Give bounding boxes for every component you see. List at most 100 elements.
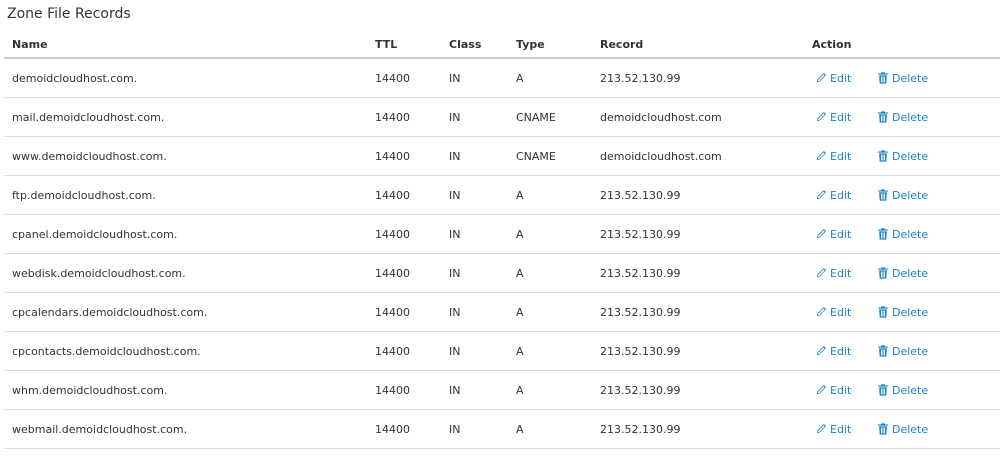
edit-record-button[interactable]: Edit bbox=[815, 111, 877, 124]
column-header-ttl[interactable]: TTL bbox=[367, 31, 441, 59]
column-header-name[interactable]: Name bbox=[4, 31, 367, 59]
table-header-row: Name TTL Class Type Record Action bbox=[4, 31, 1000, 59]
action-group: Edit Delete bbox=[812, 267, 1000, 280]
pencil-icon bbox=[816, 150, 827, 161]
record-value: 213.52.130.99 bbox=[592, 331, 804, 371]
delete-record-button[interactable]: Delete bbox=[877, 267, 928, 280]
record-class: IN bbox=[441, 58, 508, 98]
edit-record-button[interactable]: Edit bbox=[815, 267, 877, 280]
record-type: A bbox=[508, 214, 592, 254]
delete-label: Delete bbox=[892, 227, 929, 241]
record-value: demoidcloudhost.com bbox=[592, 97, 804, 137]
table-row: www.demoidcloudhost.com. 14400 IN CNAME … bbox=[4, 136, 1000, 176]
edit-label: Edit bbox=[830, 71, 852, 85]
table-row: cpcontacts.demoidcloudhost.com. 14400 IN… bbox=[4, 331, 1000, 371]
delete-label: Delete bbox=[892, 149, 929, 163]
record-value: 213.52.130.99 bbox=[592, 370, 804, 410]
record-type: A bbox=[508, 331, 592, 371]
zone-records-table: Name TTL Class Type Record Action demoid… bbox=[4, 31, 1000, 449]
record-class: IN bbox=[441, 214, 508, 254]
action-group: Edit Delete bbox=[812, 306, 1000, 319]
edit-label: Edit bbox=[830, 149, 852, 163]
trash-icon bbox=[878, 189, 888, 201]
record-class: IN bbox=[441, 136, 508, 176]
delete-record-button[interactable]: Delete bbox=[877, 189, 928, 202]
delete-record-button[interactable]: Delete bbox=[877, 345, 928, 358]
record-name: webdisk.demoidcloudhost.com. bbox=[4, 253, 367, 293]
record-name: cpcalendars.demoidcloudhost.com. bbox=[4, 292, 367, 332]
delete-record-button[interactable]: Delete bbox=[877, 306, 928, 319]
edit-label: Edit bbox=[830, 110, 852, 124]
record-class: IN bbox=[441, 97, 508, 137]
column-header-class[interactable]: Class bbox=[441, 31, 508, 59]
trash-icon bbox=[878, 72, 888, 84]
edit-record-button[interactable]: Edit bbox=[815, 306, 877, 319]
edit-label: Edit bbox=[830, 266, 852, 280]
record-name: cpcontacts.demoidcloudhost.com. bbox=[4, 331, 367, 371]
edit-label: Edit bbox=[830, 422, 852, 436]
record-class: IN bbox=[441, 331, 508, 371]
record-actions: Edit Delete bbox=[804, 409, 1000, 449]
action-group: Edit Delete bbox=[812, 384, 1000, 397]
action-group: Edit Delete bbox=[812, 345, 1000, 358]
edit-record-button[interactable]: Edit bbox=[815, 189, 877, 202]
edit-record-button[interactable]: Edit bbox=[815, 228, 877, 241]
table-row: cpanel.demoidcloudhost.com. 14400 IN A 2… bbox=[4, 214, 1000, 254]
action-group: Edit Delete bbox=[812, 150, 1000, 163]
delete-label: Delete bbox=[892, 305, 929, 319]
delete-record-button[interactable]: Delete bbox=[877, 111, 928, 124]
record-class: IN bbox=[441, 409, 508, 449]
pencil-icon bbox=[816, 72, 827, 83]
trash-icon bbox=[878, 423, 888, 435]
delete-label: Delete bbox=[892, 188, 929, 202]
action-group: Edit Delete bbox=[812, 228, 1000, 241]
record-name: mail.demoidcloudhost.com. bbox=[4, 97, 367, 137]
delete-record-button[interactable]: Delete bbox=[877, 384, 928, 397]
edit-label: Edit bbox=[830, 305, 852, 319]
edit-record-button[interactable]: Edit bbox=[815, 423, 877, 436]
delete-record-button[interactable]: Delete bbox=[877, 423, 928, 436]
edit-record-button[interactable]: Edit bbox=[815, 384, 877, 397]
record-type: A bbox=[508, 409, 592, 449]
column-header-record[interactable]: Record bbox=[592, 31, 804, 59]
edit-label: Edit bbox=[830, 188, 852, 202]
record-ttl: 14400 bbox=[367, 370, 441, 410]
pencil-icon bbox=[816, 423, 827, 434]
record-actions: Edit Delete bbox=[804, 136, 1000, 176]
record-ttl: 14400 bbox=[367, 97, 441, 137]
action-group: Edit Delete bbox=[812, 423, 1000, 436]
record-name: whm.demoidcloudhost.com. bbox=[4, 370, 367, 410]
record-actions: Edit Delete bbox=[804, 292, 1000, 332]
edit-record-button[interactable]: Edit bbox=[815, 150, 877, 163]
record-value: 213.52.130.99 bbox=[592, 214, 804, 254]
pencil-icon bbox=[816, 189, 827, 200]
record-ttl: 14400 bbox=[367, 292, 441, 332]
action-group: Edit Delete bbox=[812, 189, 1000, 202]
record-value: 213.52.130.99 bbox=[592, 175, 804, 215]
record-type: A bbox=[508, 175, 592, 215]
edit-record-button[interactable]: Edit bbox=[815, 72, 877, 85]
table-row: webdisk.demoidcloudhost.com. 14400 IN A … bbox=[4, 253, 1000, 293]
pencil-icon bbox=[816, 228, 827, 239]
action-group: Edit Delete bbox=[812, 111, 1000, 124]
record-name: cpanel.demoidcloudhost.com. bbox=[4, 214, 367, 254]
table-row: cpcalendars.demoidcloudhost.com. 14400 I… bbox=[4, 292, 1000, 332]
record-ttl: 14400 bbox=[367, 175, 441, 215]
record-name: webmail.demoidcloudhost.com. bbox=[4, 409, 367, 449]
record-class: IN bbox=[441, 175, 508, 215]
delete-record-button[interactable]: Delete bbox=[877, 72, 928, 85]
column-header-type[interactable]: Type bbox=[508, 31, 592, 59]
record-class: IN bbox=[441, 253, 508, 293]
record-ttl: 14400 bbox=[367, 214, 441, 254]
trash-icon bbox=[878, 345, 888, 357]
record-type: CNAME bbox=[508, 136, 592, 176]
delete-record-button[interactable]: Delete bbox=[877, 150, 928, 163]
record-value: 213.52.130.99 bbox=[592, 409, 804, 449]
edit-record-button[interactable]: Edit bbox=[815, 345, 877, 358]
edit-label: Edit bbox=[830, 383, 852, 397]
delete-record-button[interactable]: Delete bbox=[877, 228, 928, 241]
action-group: Edit Delete bbox=[812, 72, 1000, 85]
record-ttl: 14400 bbox=[367, 136, 441, 176]
record-actions: Edit Delete bbox=[804, 370, 1000, 410]
record-type: A bbox=[508, 58, 592, 98]
